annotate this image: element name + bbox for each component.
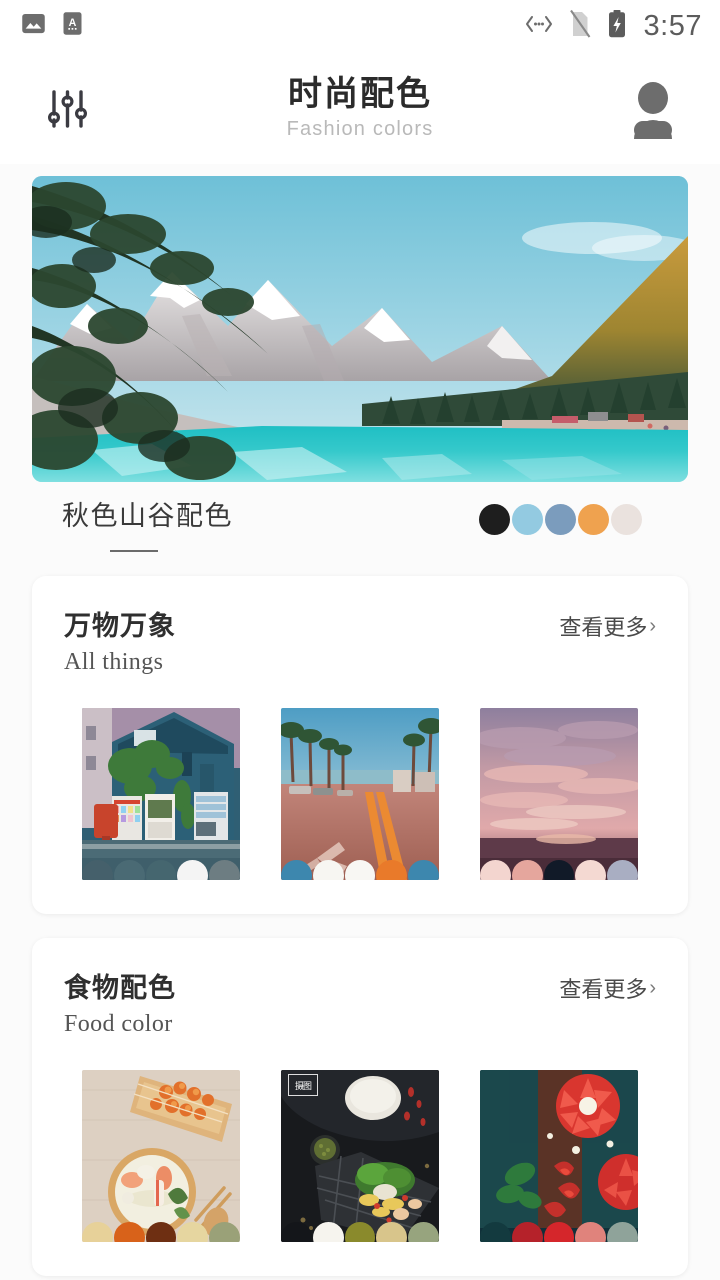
thumbnail-palette [480, 860, 638, 881]
hero-palette-swatch [512, 504, 543, 535]
status-bar: A 3:57 [0, 0, 720, 52]
section-card-food-color: 食物配色 Food color 查看更多 › 摄图 [32, 938, 688, 1277]
data-transfer-icon [524, 13, 554, 40]
palette-swatch [511, 1222, 543, 1243]
palette-swatch [408, 1222, 439, 1243]
image-icon [20, 10, 47, 42]
status-bar-left-icons: A [20, 10, 86, 42]
svg-text:A: A [69, 17, 77, 29]
watermark-badge: 摄图 [288, 1074, 318, 1097]
hero-palette-swatch [578, 504, 609, 535]
section-header: 食物配色 Food color 查看更多 › [60, 966, 660, 1038]
palette-swatch [312, 860, 344, 881]
app-root: A 3:57 时尚配色 Fashion colors 秋色山谷配色 万物万象 A… [0, 0, 720, 1280]
thumbnail-card[interactable] [281, 708, 439, 881]
thumbnail-card[interactable] [82, 1070, 240, 1243]
section-title-cn: 万物万象 [64, 611, 176, 642]
sliders-icon[interactable] [38, 78, 98, 138]
section-title-en: Food color [64, 1011, 173, 1038]
section-title-cn: 食物配色 [64, 973, 176, 1004]
palette-swatch [607, 1222, 638, 1243]
section-title-block: 万物万象 All things [64, 604, 176, 676]
palette-swatch [344, 860, 376, 881]
chevron-right-icon: › [649, 615, 656, 638]
section-header: 万物万象 All things 查看更多 › [60, 604, 660, 676]
palette-swatch [113, 860, 145, 881]
palette-swatch [209, 860, 240, 881]
hero-title-underline [110, 550, 158, 553]
section-title-block: 食物配色 Food color [64, 966, 176, 1038]
palette-swatch [344, 1222, 376, 1243]
header-title-block: 时尚配色 Fashion colors [0, 52, 720, 164]
palette-swatch [543, 860, 575, 881]
thumbnail-card[interactable]: 摄图 [281, 1070, 439, 1243]
palette-swatch [82, 860, 113, 881]
app-header: 时尚配色 Fashion colors [0, 52, 720, 164]
palette-swatch [177, 860, 209, 881]
palette-swatch [607, 860, 638, 881]
palette-swatch [177, 1222, 209, 1243]
thumbnail-palette [281, 1222, 439, 1243]
palette-swatch [312, 1222, 344, 1243]
hero-meta: 秋色山谷配色 [32, 482, 688, 553]
hero-section: 秋色山谷配色 [0, 164, 720, 553]
page-title: 时尚配色 [288, 75, 432, 114]
palette-swatch [543, 1222, 575, 1243]
battery-charging-icon [606, 9, 628, 44]
view-more-link[interactable]: 查看更多 › [559, 604, 656, 642]
hero-title: 秋色山谷配色 [62, 501, 233, 531]
hero-title-block: 秋色山谷配色 [62, 500, 233, 553]
hero-palette[interactable] [479, 500, 642, 535]
thumbnail-row [60, 708, 660, 881]
section-card-all-things: 万物万象 All things 查看更多 › [32, 576, 688, 915]
palette-swatch [145, 1222, 177, 1243]
thumbnail-palette [82, 860, 240, 881]
thumbnail-card[interactable] [480, 708, 638, 881]
thumbnail-palette [82, 1222, 240, 1243]
no-sim-icon [568, 9, 592, 44]
status-bar-clock: 3:57 [643, 9, 702, 42]
view-more-link[interactable]: 查看更多 › [559, 966, 656, 1004]
palette-swatch [376, 1222, 408, 1243]
palette-swatch [480, 1222, 511, 1243]
user-avatar-icon[interactable] [622, 77, 684, 139]
thumbnail-card[interactable] [82, 708, 240, 881]
chevron-right-icon: › [649, 977, 656, 1000]
palette-swatch [145, 860, 177, 881]
app-a-icon: A [59, 10, 86, 42]
status-bar-right-icons: 3:57 [524, 9, 702, 44]
view-more-label: 查看更多 [559, 615, 648, 641]
palette-swatch [376, 860, 408, 881]
palette-swatch [575, 1222, 607, 1243]
thumbnail-palette [480, 1222, 638, 1243]
palette-swatch [281, 1222, 312, 1243]
view-more-label: 查看更多 [559, 977, 648, 1003]
palette-swatch [480, 860, 511, 881]
palette-swatch [113, 1222, 145, 1243]
section-title-en: All things [64, 649, 164, 676]
palette-swatch [408, 860, 439, 881]
page-subtitle: Fashion colors [286, 117, 434, 140]
hero-palette-swatch [545, 504, 576, 535]
hero-image[interactable] [32, 176, 688, 482]
thumbnail-palette [281, 860, 439, 881]
palette-swatch [82, 1222, 113, 1243]
palette-swatch [281, 860, 312, 881]
palette-swatch [209, 1222, 240, 1243]
palette-swatch [575, 860, 607, 881]
thumbnail-row: 摄图 [60, 1070, 660, 1243]
palette-swatch [511, 860, 543, 881]
hero-palette-swatch [479, 504, 510, 535]
hero-palette-swatch [611, 504, 642, 535]
thumbnail-card[interactable] [480, 1070, 638, 1243]
